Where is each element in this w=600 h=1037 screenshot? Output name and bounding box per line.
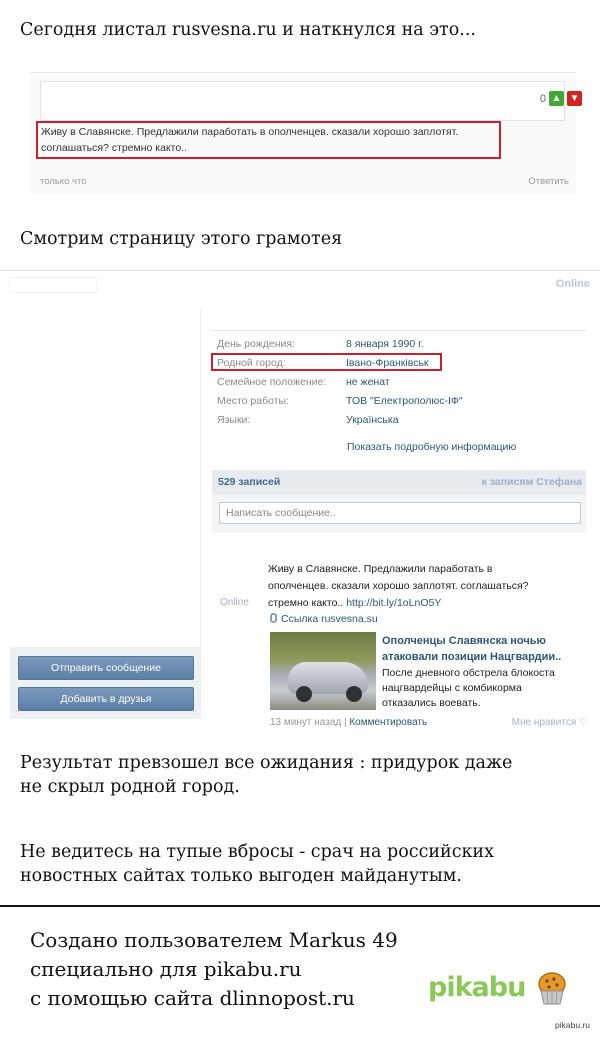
languages-value[interactable]: Українська	[346, 414, 399, 426]
info-divider	[212, 330, 586, 331]
article-title-line-2: атаковали позиции Нацгвардии..	[382, 651, 562, 663]
article-title-line-1: Ополченцы Славянска ночью	[382, 635, 546, 647]
caption-2: Смотрим страницу этого грамотея	[20, 229, 343, 249]
article-description: После дневного обстрела блокоста нацгвар…	[382, 666, 592, 711]
post-meta: 13 минут назад | Комментировать	[270, 717, 428, 728]
comment-votes: 0 ▲ ▼	[540, 91, 582, 106]
work-value[interactable]: ТОВ "Електрополюс-ІФ"	[346, 395, 463, 407]
car-wheel-rear	[346, 686, 362, 702]
post-source-label: Ссылка rusvesna.su	[281, 613, 378, 625]
article-desc-line-1: После дневного обстрела блокоста	[382, 667, 555, 679]
pikabu-logo[interactable]: pikabu	[428, 972, 526, 1003]
caption-4: Не ведитесь на тупые вбросы - срач на ро…	[20, 840, 494, 888]
post-text: Живу в Славянске. Предлажили паработать …	[268, 561, 578, 612]
work-label: Место работы:	[217, 395, 289, 407]
send-message-button[interactable]: Отправить сообщение	[18, 656, 194, 680]
article-thumbnail[interactable]	[270, 632, 376, 710]
thumbs-down-icon[interactable]: ▼	[567, 91, 582, 106]
comment-text-line-2: соглашаться? стремно както..	[41, 142, 188, 154]
footer-line-2: специально для pikabu.ru	[30, 957, 302, 981]
hidden-profile-name	[10, 278, 96, 292]
footer-credits: Создано пользователем Markus 49 специаль…	[30, 926, 398, 1013]
post-online-status: Online	[220, 597, 249, 608]
post-time[interactable]: 13 минут назад	[270, 717, 341, 728]
languages-label: Языки:	[217, 414, 251, 426]
caption-3-line-1: Результат превзошел все ожидания : приду…	[20, 753, 513, 773]
add-friend-button[interactable]: Добавить в друзья	[18, 687, 194, 711]
comment-text-line-1: Живу в Славянске. Предлажили паработать …	[41, 126, 459, 138]
birthday-value[interactable]: 8 января 1990 г.	[346, 338, 424, 350]
birthday-label: День рождения:	[217, 338, 295, 350]
wall-message-input[interactable]: Написать сообщение..	[219, 502, 581, 524]
comment-time: только что	[40, 176, 87, 187]
heart-icon: ♡	[579, 717, 588, 728]
hidden-username	[46, 84, 161, 116]
wall-count[interactable]: 529 записей	[218, 470, 280, 495]
article-desc-line-3: отказались воевать.	[382, 697, 481, 709]
link-icon	[270, 613, 277, 623]
post-text-tail: стремно както..	[268, 597, 344, 609]
article-title[interactable]: Ополченцы Славянска ночью атаковали пози…	[382, 633, 582, 665]
pikabu-watermark: pikabu.ru	[555, 1020, 590, 1030]
wall-owner-link[interactable]: к записям Стефана	[482, 470, 582, 495]
like-label: Мне нравится	[511, 717, 577, 728]
post-text-line-1: Живу в Славянске. Предлажили паработать …	[268, 563, 493, 575]
column-divider	[200, 308, 201, 718]
vote-count: 0	[539, 92, 546, 105]
article-desc-line-2: нацгвардейцы с комбикорма	[382, 682, 522, 694]
hometown-value[interactable]: Івано-Франківськ	[346, 357, 429, 369]
post-text-line-3: стремно както.. http://bit.ly/1oLnO5Y	[268, 595, 578, 612]
footer-separator	[0, 905, 600, 907]
reply-link[interactable]: Ответить	[528, 176, 569, 187]
post-text-line-2: ополченцев. сказали хорошо заплотят. сог…	[268, 580, 529, 592]
comment-link[interactable]: Комментировать	[349, 717, 427, 728]
wall-header: 529 записей к записям Стефана	[212, 470, 586, 495]
hometown-label: Родной город:	[217, 357, 286, 369]
relationship-value[interactable]: не женат	[346, 376, 390, 388]
caption-4-line-2: новостных сайтах только выгоден майданут…	[20, 866, 462, 886]
footer-line-1: Создано пользователем Markus 49	[30, 928, 398, 952]
like-button[interactable]: Мне нравится ♡	[512, 717, 588, 728]
comment-text: Живу в Славянске. Предлажили паработать …	[41, 124, 501, 156]
online-status: Online	[555, 278, 590, 290]
show-more-link[interactable]: Показать подробную информацию	[347, 441, 516, 453]
footer-line-3: с помощью сайта dlinnopost.ru	[30, 986, 355, 1010]
caption-4-line-1: Не ведитесь на тупые вбросы - срач на ро…	[20, 842, 494, 862]
caption-3-line-2: не скрыл родной город.	[20, 777, 240, 797]
caption-1: Сегодня листал rusvesna.ru и наткнулся н…	[20, 20, 476, 40]
muffin-icon	[538, 972, 566, 1005]
car-wheel-front	[296, 686, 312, 702]
caption-3: Результат превзошел все ожидания : приду…	[20, 751, 512, 799]
post-source[interactable]: Ссылка rusvesna.su	[270, 613, 378, 625]
post-link[interactable]: http://bit.ly/1oLnO5Y	[346, 597, 441, 609]
relationship-label: Семейное положение:	[217, 376, 327, 388]
thumbs-up-icon[interactable]: ▲	[549, 91, 564, 106]
